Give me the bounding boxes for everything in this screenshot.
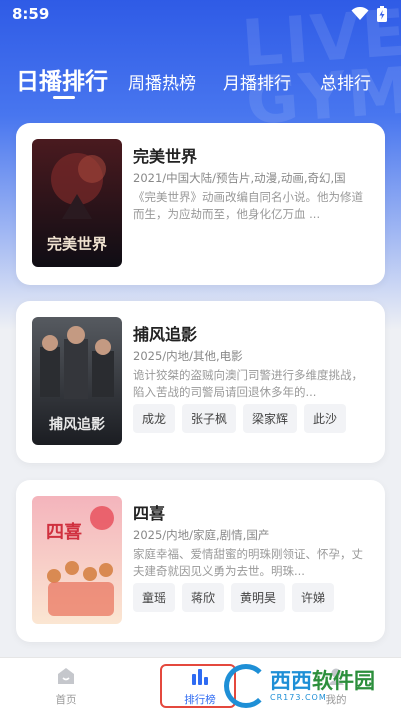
wifi-icon <box>351 7 369 20</box>
actor-tag[interactable]: 许娣 <box>292 583 335 612</box>
status-icons <box>351 6 387 22</box>
actor-tag[interactable]: 成龙 <box>133 404 176 433</box>
nav-label: 首页 <box>55 694 77 706</box>
movie-poster: 完美世界 <box>32 139 122 267</box>
nav-home[interactable]: 首页 <box>36 664 96 707</box>
movie-description: 《完美世界》动画改编自同名小说。他为修道而生，为应劫而至，他身化亿万血 ... <box>133 190 363 221</box>
home-icon <box>58 668 74 684</box>
status-time: 8:59 <box>12 5 50 23</box>
movie-meta: 2025/内地/其他,电影 <box>133 349 243 363</box>
actor-list: 成龙 张子枫 梁家辉 此沙 <box>133 404 347 433</box>
tab-monthly[interactable]: 月播排行 <box>223 69 291 94</box>
tab-weekly[interactable]: 周播热榜 <box>128 69 196 94</box>
watermark-title: 西西软件园 <box>270 668 375 693</box>
active-tab-indicator <box>53 96 75 99</box>
movie-meta: 2021/中国大陆/预告片,动漫,动画,奇幻,国 <box>133 171 346 185</box>
movie-card[interactable]: 完美世界 完美世界 2021/中国大陆/预告片,动漫,动画,奇幻,国 《完美世界… <box>16 123 385 285</box>
movie-description: 诡计狡桀的盗贼向澳门司警进行多维度挑战，陷入苦战的司警局请回退休多年的... <box>133 368 363 399</box>
movie-meta: 2025/内地/家庭,剧情,国产 <box>133 528 270 542</box>
actor-list: 童瑶 蒋欣 黄明昊 许娣 <box>133 583 335 612</box>
battery-icon <box>377 6 387 22</box>
actor-tag[interactable]: 童瑶 <box>133 583 176 612</box>
movie-title: 四喜 <box>133 504 166 523</box>
status-bar: 8:59 <box>0 0 401 28</box>
actor-tag[interactable]: 此沙 <box>304 404 347 433</box>
movie-poster: 四喜 <box>32 496 122 624</box>
actor-tag[interactable]: 梁家辉 <box>243 404 298 433</box>
actor-tag[interactable]: 蒋欣 <box>182 583 225 612</box>
poster-title-text: 四喜 <box>46 522 82 543</box>
actor-tag[interactable]: 张子枫 <box>182 404 237 433</box>
tab-total[interactable]: 总排行 <box>320 69 371 94</box>
movie-poster: 捕风追影 <box>32 317 122 445</box>
movie-card[interactable]: 四喜 四喜 2025/内地/家庭,剧情,国产 家庭幸福、爱情甜蜜的明珠刚领证、怀… <box>16 480 385 642</box>
watermark-logo-icon <box>224 664 268 708</box>
movie-card[interactable]: 捕风追影 捕风追影 2025/内地/其他,电影 诡计狡桀的盗贼向澳门司警进行多维… <box>16 301 385 463</box>
poster-title-text: 捕风追影 <box>49 416 105 433</box>
poster-title-text: 完美世界 <box>47 235 107 253</box>
watermark: 西西软件园 CR173.COM <box>224 664 384 708</box>
movie-title: 完美世界 <box>133 147 198 166</box>
actor-tag[interactable]: 黄明昊 <box>231 583 286 612</box>
watermark-url: CR173.COM <box>270 692 327 702</box>
movie-title: 捕风追影 <box>133 325 198 344</box>
movie-description: 家庭幸福、爱情甜蜜的明珠刚领证、怀孕，丈夫建奇就因见义勇为去世。明珠... <box>133 547 363 578</box>
tab-daily[interactable]: 日播排行 <box>16 62 108 96</box>
